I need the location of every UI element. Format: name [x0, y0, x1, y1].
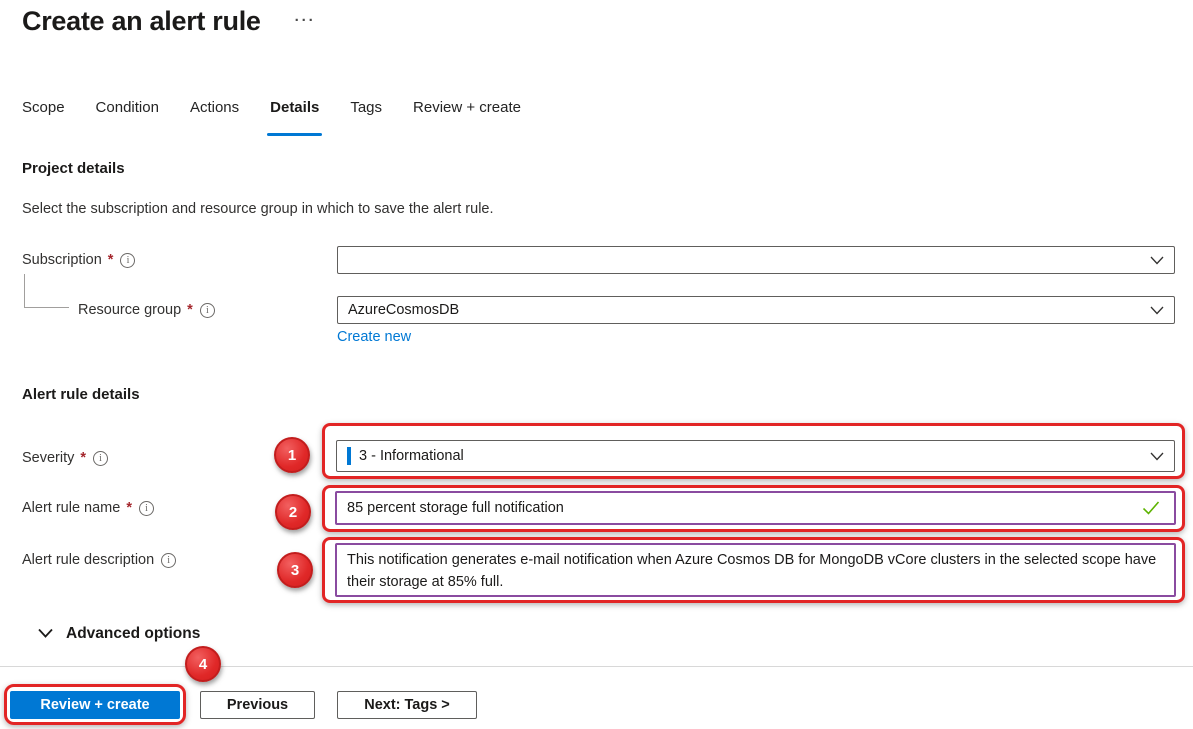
resource-group-value: AzureCosmosDB [348, 302, 459, 318]
chevron-down-icon [1150, 452, 1164, 461]
chevron-down-icon [1150, 256, 1164, 265]
project-details-heading: Project details [22, 160, 125, 177]
alert-rule-name-info-icon[interactable] [139, 501, 154, 516]
advanced-options-label: Advanced options [66, 625, 200, 643]
resource-group-label: Resource group* [78, 296, 215, 324]
severity-dropdown[interactable]: 3 - Informational [336, 440, 1175, 472]
create-new-link[interactable]: Create new [337, 329, 411, 345]
page-title: Create an alert rule [22, 6, 261, 37]
tab-details[interactable]: Details [270, 99, 319, 122]
severity-info-icon[interactable] [93, 451, 108, 466]
alert-rule-description-value: This notification generates e-mail notif… [347, 549, 1164, 593]
subscription-dropdown[interactable] [337, 246, 1175, 274]
tab-condition[interactable]: Condition [96, 99, 159, 122]
callout-step-3: 3 [277, 552, 313, 588]
severity-value: 3 - Informational [359, 448, 464, 464]
wizard-tab-bar: Scope Condition Actions Details Tags Rev… [22, 99, 521, 122]
alert-rule-description-label: Alert rule description [22, 546, 176, 574]
callout-step-1: 1 [274, 437, 310, 473]
alert-rule-name-value: 85 percent storage full notification [347, 500, 564, 516]
alert-rule-description-textarea[interactable]: This notification generates e-mail notif… [335, 543, 1176, 597]
resource-group-dropdown[interactable]: AzureCosmosDB [337, 296, 1175, 324]
tab-review-create[interactable]: Review + create [413, 99, 521, 122]
valid-check-icon [1142, 501, 1160, 516]
subscription-label: Subscription* [22, 246, 135, 274]
review-create-button[interactable]: Review + create [10, 691, 180, 719]
tab-actions[interactable]: Actions [190, 99, 239, 122]
severity-label: Severity* [22, 444, 108, 472]
previous-button[interactable]: Previous [200, 691, 315, 719]
chevron-down-icon [1150, 306, 1164, 315]
severity-color-bar [347, 447, 351, 465]
page-header: Create an alert rule ··· [22, 6, 316, 37]
alert-rule-details-heading: Alert rule details [22, 386, 140, 403]
footer-divider [0, 666, 1193, 667]
tab-scope[interactable]: Scope [22, 99, 65, 122]
project-details-subtitle: Select the subscription and resource gro… [22, 201, 494, 217]
alert-rule-description-info-icon[interactable] [161, 553, 176, 568]
alert-rule-name-input[interactable]: 85 percent storage full notification [335, 491, 1176, 525]
alert-rule-name-label: Alert rule name* [22, 494, 154, 522]
resource-group-info-icon[interactable] [200, 303, 215, 318]
advanced-options-toggle[interactable]: Advanced options [38, 625, 200, 643]
more-options-button[interactable]: ··· [295, 12, 316, 29]
create-alert-rule-page: Create an alert rule ··· Scope Condition… [0, 0, 1193, 729]
tab-tags[interactable]: Tags [350, 99, 382, 122]
subscription-info-icon[interactable] [120, 253, 135, 268]
chevron-down-icon [38, 625, 53, 643]
callout-step-2: 2 [275, 494, 311, 530]
callout-step-4: 4 [185, 646, 221, 682]
next-tags-button[interactable]: Next: Tags > [337, 691, 477, 719]
hierarchy-connector-line [24, 274, 69, 308]
